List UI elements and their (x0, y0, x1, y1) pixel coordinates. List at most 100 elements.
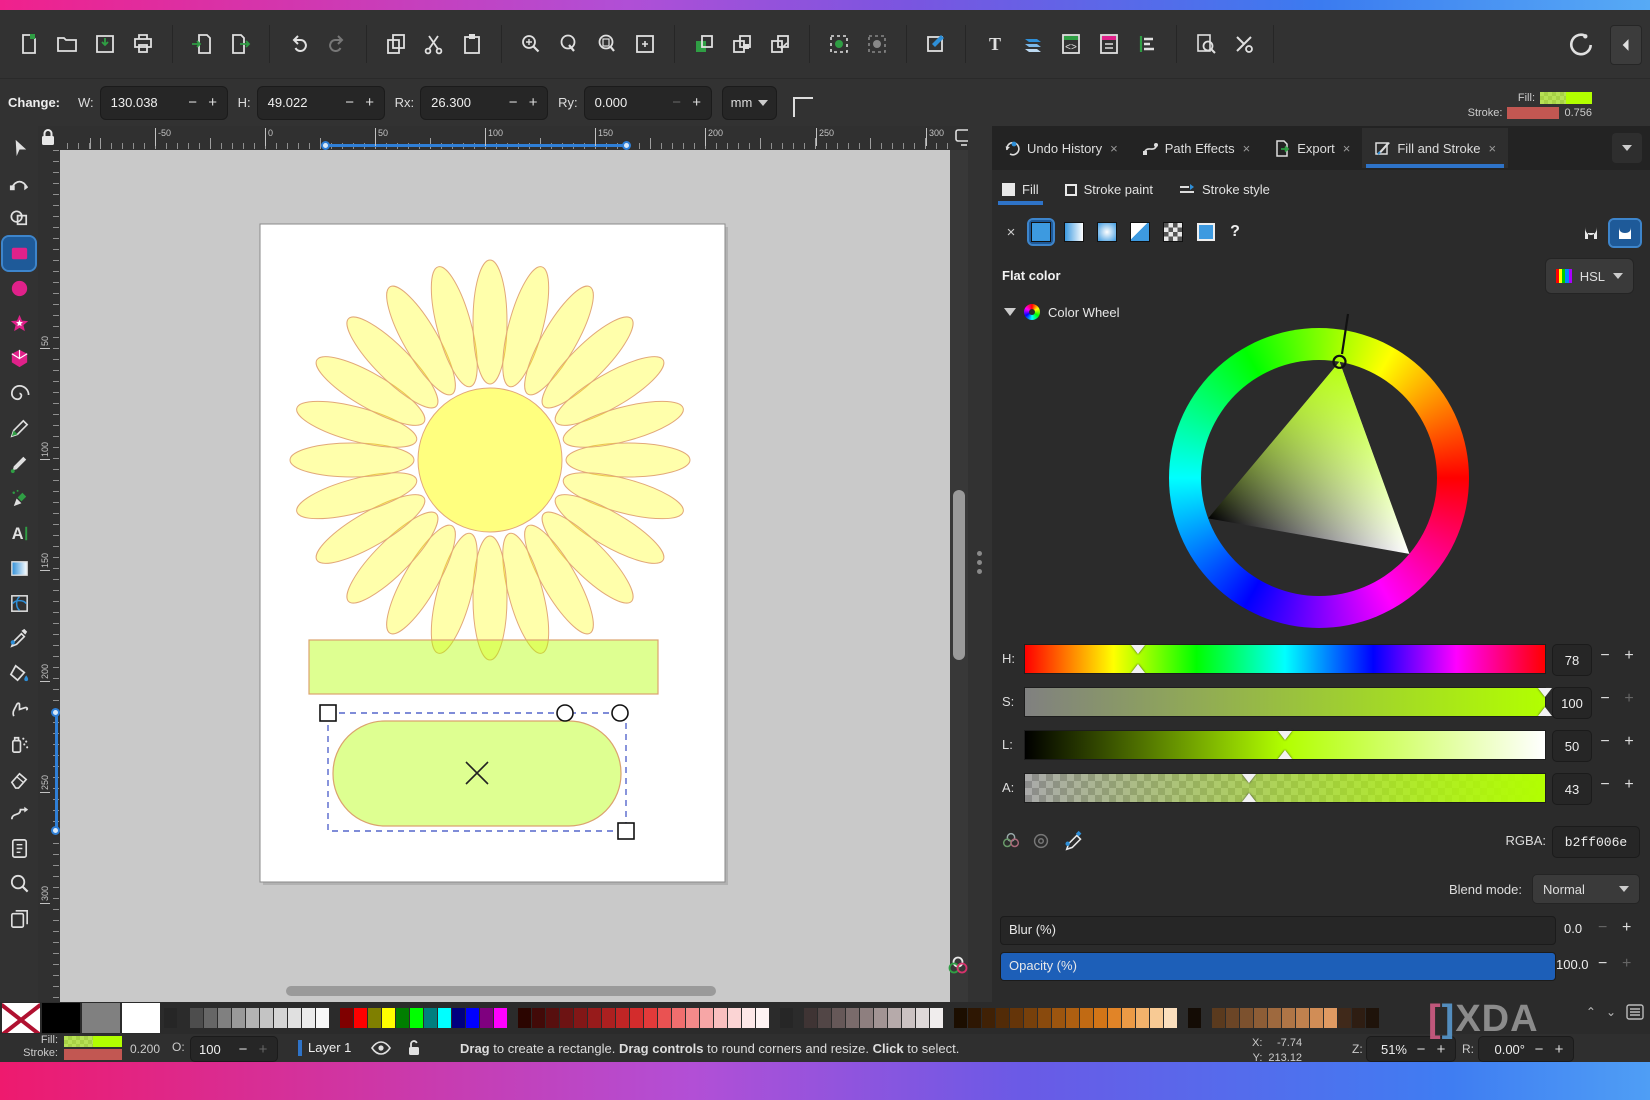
palette-swatch[interactable] (700, 1008, 713, 1028)
ungroup-button[interactable] (761, 25, 799, 63)
palette-swatch[interactable] (996, 1008, 1009, 1028)
zoom-plus-button[interactable]: + (1431, 1041, 1451, 1058)
palette-swatch[interactable] (930, 1008, 943, 1028)
color-wheel[interactable] (1169, 328, 1469, 628)
tool-connector[interactable] (3, 797, 35, 830)
blend-mode-dropdown[interactable]: Normal (1532, 874, 1640, 904)
slider-handle[interactable] (1538, 688, 1552, 697)
tool-pencil[interactable] (3, 412, 35, 445)
corner-radius-handle-2[interactable] (612, 705, 628, 721)
document-export-button[interactable] (221, 25, 259, 63)
palette-swatch[interactable] (1150, 1008, 1163, 1028)
palette-swatch[interactable] (916, 1008, 929, 1028)
palette-swatch[interactable] (438, 1008, 451, 1028)
fill-rule-nonzero-button[interactable] (1610, 220, 1640, 246)
opacity-minus-button[interactable]: − (1598, 955, 1607, 973)
document-import-button[interactable] (183, 25, 221, 63)
palette-swatch[interactable] (1080, 1008, 1093, 1028)
palette-swatch[interactable] (714, 1008, 727, 1028)
subtab-stroke-style[interactable]: Stroke style (1179, 182, 1270, 203)
palette-swatch[interactable] (686, 1008, 699, 1028)
layer-indicator[interactable]: Layer 1 (298, 1039, 421, 1056)
palette-swatch[interactable] (1338, 1008, 1351, 1028)
hue-value[interactable]: 78 (1552, 644, 1592, 676)
palette-scroll-down-icon[interactable]: ⌄ (1606, 1005, 1616, 1019)
resize-handle-topleft[interactable] (320, 705, 336, 721)
height-minus-button[interactable]: − (340, 94, 360, 111)
collapse-panel-button[interactable] (1610, 25, 1642, 65)
color-wheel-mode-icon[interactable] (1000, 830, 1022, 852)
tool-ellipse[interactable] (3, 272, 35, 305)
object-opacity-field[interactable]: 100 −+ (190, 1036, 278, 1062)
tool-pages[interactable] (3, 902, 35, 935)
palette-swatch[interactable] (574, 1008, 587, 1028)
tool-dropper[interactable] (3, 622, 35, 655)
palette-swatch[interactable] (1024, 1008, 1037, 1028)
ry-field[interactable]: 0.000−+ (584, 86, 712, 120)
palette-swatch[interactable] (756, 1008, 769, 1028)
palette-swatch[interactable] (644, 1008, 657, 1028)
fill-rule-evenodd-button[interactable] (1576, 220, 1606, 246)
eyedropper-icon[interactable] (1064, 830, 1086, 852)
subtab-fill[interactable]: Fill (1002, 182, 1039, 203)
zoom-minus-button[interactable]: − (1411, 1041, 1431, 1058)
rotation-minus-button[interactable]: − (1529, 1041, 1549, 1058)
pattern-button[interactable] (1128, 220, 1152, 244)
palette-swatch[interactable] (480, 1008, 493, 1028)
lock-guides-icon[interactable] (40, 127, 56, 147)
palette-swatch[interactable] (354, 1008, 367, 1028)
palette-swatch[interactable] (742, 1008, 755, 1028)
palette-swatch[interactable] (518, 1008, 531, 1028)
tool-gradient[interactable] (3, 552, 35, 585)
close-icon[interactable]: × (1488, 141, 1496, 156)
slider-handle[interactable] (1278, 731, 1292, 740)
tab-fill-and-stroke[interactable]: Fill and Stroke× (1362, 128, 1508, 168)
unit-dropdown[interactable]: mm (722, 86, 778, 120)
not-rounded-corner-icon[interactable] (793, 97, 813, 117)
palette-swatch[interactable] (494, 1008, 507, 1028)
tab-overflow-button[interactable] (1612, 133, 1642, 163)
color-target-icon[interactable] (1030, 830, 1052, 852)
width-value[interactable]: 130.038 (105, 95, 183, 110)
tool-calligraphy[interactable] (3, 447, 35, 480)
palette-swatch[interactable] (1164, 1008, 1177, 1028)
slider-handle[interactable] (1131, 645, 1145, 654)
sl-triangle[interactable] (1169, 310, 1469, 630)
folder-open-button[interactable] (48, 25, 86, 63)
slider-handle[interactable] (1242, 793, 1256, 802)
rx-field[interactable]: 26.300−+ (420, 86, 548, 120)
resize-handle-bottomright[interactable] (618, 823, 634, 839)
document-save-button[interactable] (86, 25, 124, 63)
tool-eraser[interactable] (3, 762, 35, 795)
undo-button[interactable] (280, 25, 318, 63)
find-replace-button[interactable] (1187, 25, 1225, 63)
tool-spray[interactable] (3, 727, 35, 760)
palette-swatch[interactable] (1094, 1008, 1107, 1028)
palette-black-swatch[interactable] (42, 1003, 80, 1033)
palette-swatch[interactable] (452, 1008, 465, 1028)
printer-button[interactable] (124, 25, 162, 63)
saturation-minus-button[interactable]: − (1594, 690, 1616, 714)
rotation-value[interactable]: 0.00° (1483, 1042, 1529, 1057)
alpha-minus-button[interactable]: − (1594, 776, 1616, 800)
palette-swatch[interactable] (410, 1008, 423, 1028)
palette-swatch[interactable] (672, 1008, 685, 1028)
alpha-value[interactable]: 43 (1552, 773, 1592, 805)
lightness-minus-button[interactable]: − (1594, 733, 1616, 757)
palette-swatch[interactable] (546, 1008, 559, 1028)
palette-swatch[interactable] (832, 1008, 845, 1028)
height-field[interactable]: 49.022−+ (257, 86, 385, 120)
slider-handle[interactable] (1538, 707, 1552, 716)
palette-white-swatch[interactable] (122, 1003, 160, 1033)
palette-swatch[interactable] (232, 1008, 245, 1028)
vertical-scrollbar[interactable] (950, 150, 968, 1002)
saturation-value[interactable]: 100 (1552, 687, 1592, 719)
rx-value[interactable]: 26.300 (425, 95, 503, 110)
palette-swatch[interactable] (1296, 1008, 1309, 1028)
palette-swatch[interactable] (888, 1008, 901, 1028)
palette-swatch[interactable] (846, 1008, 859, 1028)
layer-visibility-icon[interactable] (371, 1041, 391, 1055)
palette-swatch[interactable] (588, 1008, 601, 1028)
tool-node-editor[interactable] (3, 167, 35, 200)
height-plus-button[interactable]: + (360, 94, 380, 111)
